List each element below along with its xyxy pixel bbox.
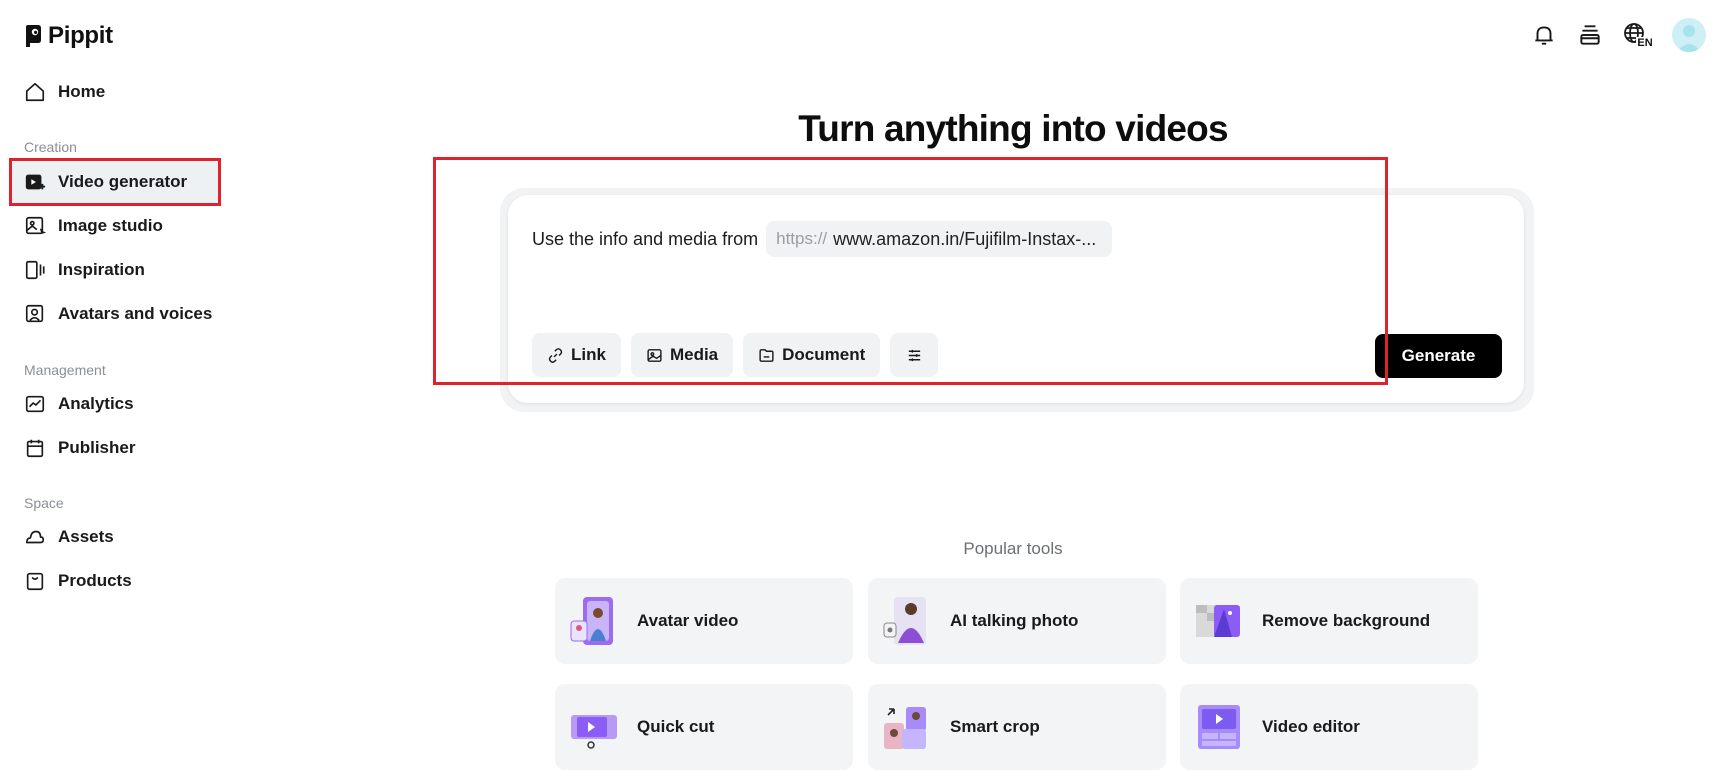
calendar-icon	[26, 439, 44, 458]
tool-card-avatar-video[interactable]: Avatar video	[555, 578, 853, 664]
link-button-label: Link	[571, 345, 606, 364]
avatar-video-thumbnail	[570, 597, 613, 645]
top-bar: EN	[1530, 18, 1706, 52]
stack-icon	[1580, 25, 1600, 45]
sidebar-item-video-generator[interactable]: Video generator	[12, 160, 218, 204]
bag-icon	[26, 572, 44, 591]
video-generator-icon	[25, 174, 46, 190]
page-title: Turn anything into videos	[798, 108, 1228, 149]
prompt-lead-text: Use the info and media from	[532, 228, 759, 249]
cloud-icon	[25, 530, 45, 544]
user-avatar-icon	[1677, 25, 1701, 52]
settings-button[interactable]	[890, 333, 939, 377]
inspiration-icon	[25, 260, 45, 280]
document-button-label: Document	[782, 345, 866, 364]
tool-card-smart-crop[interactable]: Smart crop	[868, 684, 1166, 770]
sidebar-item-label: Assets	[58, 527, 114, 546]
media-button-label: Media	[669, 345, 719, 364]
popular-tools-heading: Popular tools	[963, 539, 1063, 558]
bell-icon	[1535, 26, 1553, 45]
document-button[interactable]: Document	[743, 333, 881, 377]
media-button[interactable]: Media	[630, 333, 734, 377]
sidebar-item-label: Publisher	[58, 438, 136, 457]
sidebar-item-image-studio[interactable]: Image studio	[12, 204, 218, 248]
url-chip[interactable]: https:// www.amazon.in/Fujifilm-Instax-.…	[766, 221, 1113, 257]
tool-card-quick-cut[interactable]: Quick cut	[555, 684, 853, 770]
language-code: EN	[1636, 37, 1654, 49]
workspace-button[interactable]	[1576, 21, 1604, 49]
sidebar-item-label: Analytics	[58, 394, 134, 413]
sidebar-item-products[interactable]: Products	[12, 559, 218, 603]
sidebar-item-avatars-voices[interactable]: Avatars and voices	[12, 292, 218, 336]
sidebar-item-label: Home	[58, 82, 106, 101]
tool-card-remove-background[interactable]: Remove background	[1180, 578, 1478, 664]
sidebar-item-publisher[interactable]: Publisher	[12, 426, 218, 470]
section-label-management: Management	[24, 362, 106, 378]
prompt-input[interactable]: Use the info and media from https:// www…	[532, 221, 1113, 257]
tool-card-label: Smart crop	[950, 717, 1040, 736]
sidebar-item-assets[interactable]: Assets	[12, 515, 218, 559]
url-prefix: https://	[776, 229, 828, 248]
user-avatar[interactable]	[1672, 18, 1706, 52]
sliders-icon	[908, 349, 920, 361]
avatar-icon	[25, 304, 44, 323]
video-editor-thumbnail	[1198, 705, 1240, 749]
input-toolbar: Link Media Document	[532, 333, 939, 377]
tool-card-label: Avatar video	[637, 611, 739, 630]
sidebar-item-analytics[interactable]: Analytics	[12, 382, 218, 426]
sidebar-item-label: Image studio	[58, 216, 163, 235]
sidebar-item-inspiration[interactable]: Inspiration	[12, 248, 218, 292]
language-button[interactable]: EN	[1622, 21, 1654, 49]
section-label-space: Space	[24, 495, 64, 511]
tool-card-label: Video editor	[1262, 717, 1360, 736]
sidebar-item-label: Avatars and voices	[58, 304, 213, 323]
ai-talking-photo-thumbnail	[883, 597, 926, 645]
analytics-icon	[25, 395, 45, 413]
generate-button[interactable]: Generate	[1375, 334, 1502, 378]
link-icon	[548, 347, 563, 363]
sidebar-item-home[interactable]: Home	[12, 70, 218, 114]
sidebar-item-label: Inspiration	[58, 260, 145, 279]
link-button[interactable]: Link	[532, 333, 621, 377]
tool-card-label: Remove background	[1262, 611, 1431, 630]
tool-card-label: AI talking photo	[950, 611, 1079, 630]
sidebar: Home Creation Video generator Image stud…	[0, 0, 240, 770]
notifications-button[interactable]	[1530, 21, 1558, 49]
tool-card-video-editor[interactable]: Video editor	[1180, 684, 1478, 770]
tool-card-ai-talking-photo[interactable]: AI talking photo	[868, 578, 1166, 664]
section-label-creation: Creation	[24, 139, 77, 155]
sidebar-item-label: Products	[58, 571, 132, 590]
remove-background-thumbnail	[1196, 605, 1240, 637]
image-icon	[647, 348, 662, 362]
url-value: www.amazon.in/Fujifilm-Instax-...	[833, 228, 1097, 249]
image-studio-icon	[25, 216, 46, 235]
tool-card-label: Quick cut	[637, 717, 715, 736]
smart-crop-thumbnail	[884, 707, 926, 749]
prompt-card: Use the info and media from https:// www…	[508, 195, 1524, 403]
quick-cut-thumbnail	[571, 715, 617, 749]
home-icon	[25, 82, 45, 102]
sidebar-item-label: Video generator	[58, 172, 188, 191]
folder-icon	[759, 348, 774, 362]
